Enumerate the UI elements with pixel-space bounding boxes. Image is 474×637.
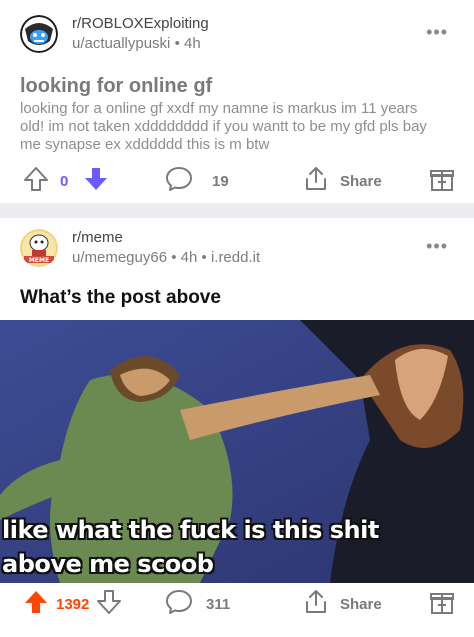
meme-caption-line-2: above me scoob — [2, 550, 214, 578]
separator-dot: • — [201, 249, 211, 266]
comments-button[interactable]: 311 — [164, 584, 230, 624]
separator-dot: • — [174, 35, 184, 52]
vote-group: 1392 — [22, 584, 123, 624]
more-options-icon[interactable]: ••• — [426, 22, 448, 43]
subreddit-name[interactable]: r/meme — [72, 228, 260, 248]
vote-count: 0 — [60, 172, 69, 190]
more-options-icon[interactable]: ••• — [426, 236, 448, 257]
subreddit-avatar[interactable]: MEME — [20, 229, 58, 267]
comment-count: 311 — [206, 595, 231, 613]
comments-button[interactable]: 19 — [164, 161, 229, 201]
downvote-arrow-icon[interactable] — [95, 588, 123, 620]
separator-dot: • — [171, 249, 181, 266]
subreddit-avatar[interactable] — [20, 15, 58, 53]
post-action-bar: 1392 311 Share — [0, 584, 474, 624]
comment-bubble-icon — [164, 164, 194, 198]
share-button[interactable]: Share — [302, 161, 382, 201]
meme-caption-line-1: like what the fuck is this shit — [2, 516, 379, 544]
share-icon — [302, 588, 330, 620]
award-button[interactable] — [428, 584, 456, 624]
username[interactable]: u/actuallypuski — [72, 35, 170, 52]
post-body[interactable]: looking for a online gf xxdf my namne is… — [20, 100, 440, 154]
post-author-line: u/actuallypuski • 4h — [72, 34, 209, 54]
comment-count: 19 — [212, 172, 229, 190]
share-label: Share — [340, 595, 382, 613]
award-button[interactable] — [428, 161, 456, 201]
post-time: 4h — [183, 35, 201, 52]
username[interactable]: u/memeguy66 — [72, 249, 167, 266]
post-image[interactable]: like what the fuck is this shit above me… — [0, 320, 474, 583]
post-header: r/ROBLOXExploiting u/actuallypuski • 4h — [20, 14, 209, 54]
subreddit-name[interactable]: r/ROBLOXExploiting — [72, 14, 209, 34]
post-author-line: u/memeguy66 • 4h • i.redd.it — [72, 248, 260, 268]
post-action-bar: 0 19 Share — [0, 161, 474, 201]
award-gift-icon — [428, 165, 456, 197]
share-button[interactable]: Share — [302, 584, 382, 624]
vote-group: 0 — [22, 161, 110, 201]
post-card-1[interactable]: r/ROBLOXExploiting u/actuallypuski • 4h … — [0, 0, 474, 203]
svg-text:MEME: MEME — [29, 257, 49, 264]
post-time: 4h — [180, 249, 198, 266]
downvote-arrow-icon[interactable] — [82, 165, 110, 197]
share-label: Share — [340, 172, 382, 190]
post-title[interactable]: looking for online gf — [20, 75, 212, 98]
post-title[interactable]: What’s the post above — [20, 287, 221, 309]
post-domain[interactable]: i.redd.it — [211, 249, 260, 266]
upvote-arrow-icon[interactable] — [22, 165, 50, 197]
vote-count: 1392 — [56, 595, 90, 613]
upvote-arrow-icon[interactable] — [22, 588, 50, 620]
comment-bubble-icon — [164, 587, 194, 621]
share-icon — [302, 165, 330, 197]
post-header: MEME r/meme u/memeguy66 • 4h • i.redd.it — [20, 228, 260, 268]
award-gift-icon — [428, 588, 456, 620]
